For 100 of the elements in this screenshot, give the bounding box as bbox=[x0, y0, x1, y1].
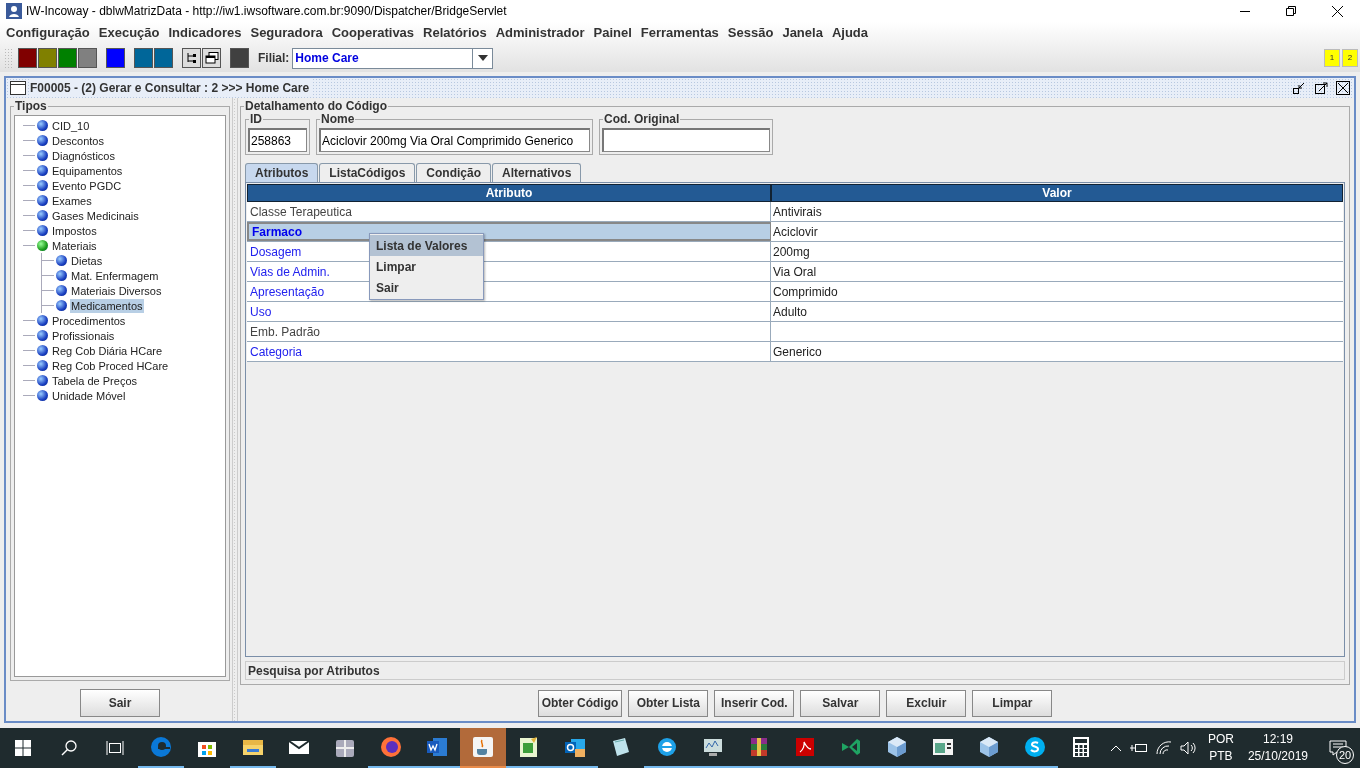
tree-view-button[interactable] bbox=[182, 48, 201, 68]
group-title: Detalhamento do Código bbox=[244, 99, 388, 113]
color-swatch-button[interactable] bbox=[230, 48, 249, 68]
tab[interactable]: Atributos bbox=[245, 163, 319, 182]
tree-item[interactable]: Materiais Diversos bbox=[70, 283, 163, 298]
tree-item[interactable]: Profissionais bbox=[51, 328, 116, 343]
minimize-frame-icon[interactable] bbox=[1292, 81, 1306, 95]
context-menu-item[interactable]: Lista de Valores bbox=[370, 235, 483, 256]
field-label: Nome bbox=[320, 112, 356, 126]
table-cell: Comprimido bbox=[771, 282, 1343, 301]
window-number-badge[interactable]: 2 bbox=[1342, 49, 1358, 67]
menu-item[interactable]: Relatórios bbox=[419, 23, 491, 43]
text-field[interactable]: Aciclovir 200mg Via Oral Comprimido Generico bbox=[319, 128, 590, 152]
search-icon bbox=[61, 740, 77, 756]
tree-item[interactable]: Procedimentos bbox=[51, 313, 127, 328]
tree-item[interactable]: CID_10 bbox=[51, 118, 91, 133]
column-header: Valor bbox=[1041, 185, 1073, 201]
window-number-badge[interactable]: 1 bbox=[1324, 49, 1340, 67]
filial-dropdown[interactable]: Home Care bbox=[292, 47, 494, 69]
speaker-icon[interactable] bbox=[1179, 741, 1196, 755]
action-button[interactable]: Limpar bbox=[972, 689, 1053, 717]
action-button[interactable]: Obter Lista bbox=[628, 689, 709, 717]
tree-item[interactable]: Impostos bbox=[51, 223, 98, 238]
action-button[interactable]: Obter Código bbox=[537, 689, 623, 717]
menu-item[interactable]: Seguradora bbox=[246, 23, 327, 43]
clock-date[interactable]: 25/10/2019 bbox=[1247, 748, 1308, 765]
tree-item[interactable]: Gases Medicinais bbox=[51, 208, 140, 223]
task-view-icon bbox=[106, 740, 124, 756]
tab[interactable]: Condição bbox=[416, 163, 491, 182]
table-cell: Farmaco bbox=[247, 222, 771, 241]
language-indicator[interactable]: PTB bbox=[1209, 748, 1233, 765]
tree-item[interactable]: Reg Cob Diária HCare bbox=[51, 343, 164, 358]
table-cell: Categoria bbox=[247, 342, 771, 361]
menu-item[interactable]: Janela bbox=[778, 23, 827, 43]
menu-item[interactable]: Indicadores bbox=[164, 23, 246, 43]
menu-item[interactable]: Painel bbox=[589, 23, 636, 43]
group-title: Tipos bbox=[14, 99, 48, 113]
table-cell: Via Oral bbox=[771, 262, 1343, 281]
tree-item[interactable]: Dietas bbox=[70, 253, 104, 268]
color-swatch-button[interactable] bbox=[106, 48, 125, 68]
search-section-bar: Pesquisa por Atributos bbox=[245, 661, 1345, 680]
restore-icon bbox=[1286, 6, 1296, 16]
sair-button[interactable]: Sair bbox=[80, 689, 160, 717]
tree-item[interactable]: Tabela de Preços bbox=[51, 373, 138, 388]
table-cell: Classe Terapeutica bbox=[247, 202, 771, 221]
globe-e-icon bbox=[655, 735, 679, 759]
frame-title: F00005 - (2) Gerar e Consultar : 2 >>> Home Care bbox=[30, 79, 314, 97]
clock-time[interactable]: 12:19 bbox=[1262, 731, 1293, 748]
table-cell: Antivirais bbox=[771, 202, 1343, 221]
table-cell: Adulto bbox=[771, 302, 1343, 321]
tab[interactable]: ListaCódigos bbox=[319, 163, 416, 182]
app-logo-icon bbox=[6, 3, 22, 19]
maximize-frame-icon[interactable] bbox=[1314, 81, 1328, 95]
window-title: IW-Incoway - dblwMatrizData - http://iw1.iwsoftware.com.br:9090/Dispatcher/BridgeServlet bbox=[26, 3, 507, 20]
color-swatch-button[interactable] bbox=[78, 48, 97, 68]
action-button[interactable]: Excluir bbox=[886, 689, 967, 717]
notification-count-badge: 20 bbox=[1336, 746, 1354, 764]
menu-item[interactable]: Ferramentas bbox=[636, 23, 723, 43]
wifi-icon[interactable] bbox=[1155, 741, 1172, 755]
language-indicator[interactable]: POR bbox=[1207, 731, 1234, 748]
tree-item[interactable]: Unidade Móvel bbox=[51, 388, 127, 403]
tree-item[interactable]: Materiais bbox=[51, 238, 98, 253]
table-cell: Uso bbox=[247, 302, 771, 321]
color-swatch-button[interactable] bbox=[134, 48, 153, 68]
document-icon bbox=[425, 735, 449, 759]
tree-item[interactable]: Descontos bbox=[51, 133, 105, 148]
tree-item[interactable]: Exames bbox=[51, 193, 93, 208]
action-button[interactable]: Inserir Cod. bbox=[714, 689, 795, 717]
text-field[interactable]: 258863 bbox=[248, 128, 307, 152]
menu-item[interactable]: Execução bbox=[94, 23, 164, 43]
menu-item[interactable]: Configuração bbox=[2, 23, 94, 43]
table-cell: Aciclovir bbox=[771, 222, 1343, 241]
tree-item[interactable]: Diagnósticos bbox=[51, 148, 116, 163]
close-frame-icon[interactable] bbox=[1336, 81, 1350, 95]
color-swatch-button[interactable] bbox=[18, 48, 37, 68]
fox-globe-icon bbox=[379, 735, 403, 759]
tab[interactable]: Alternativos bbox=[492, 163, 582, 182]
battery-plug-icon[interactable] bbox=[1129, 742, 1148, 754]
cube-icon bbox=[885, 735, 909, 759]
tree-item[interactable]: Mat. Enfermagem bbox=[70, 268, 160, 283]
table-cell: 200mg bbox=[771, 242, 1343, 261]
windows-button[interactable] bbox=[202, 48, 221, 68]
menu-item[interactable]: Ajuda bbox=[827, 23, 872, 43]
chevron-up-icon[interactable] bbox=[1109, 744, 1122, 752]
color-swatch-button[interactable] bbox=[38, 48, 57, 68]
menu-item[interactable]: Sessão bbox=[723, 23, 778, 43]
tree-item[interactable]: Medicamentos bbox=[70, 298, 144, 313]
color-swatch-button[interactable] bbox=[154, 48, 173, 68]
filial-label: Filial: bbox=[258, 50, 290, 67]
close-icon bbox=[1331, 5, 1343, 17]
tree-item[interactable]: Evento PGDC bbox=[51, 178, 123, 193]
tree-item[interactable]: Reg Cob Proced HCare bbox=[51, 358, 170, 373]
action-button[interactable]: Salvar bbox=[800, 689, 881, 717]
browser-icon bbox=[149, 735, 173, 759]
color-swatch-button[interactable] bbox=[58, 48, 77, 68]
text-field[interactable] bbox=[602, 128, 770, 152]
menu-item[interactable]: Cooperativas bbox=[327, 23, 419, 43]
windows-logo-icon bbox=[15, 740, 31, 756]
tree-item[interactable]: Equipamentos bbox=[51, 163, 124, 178]
menu-item[interactable]: Administrador bbox=[491, 23, 589, 43]
